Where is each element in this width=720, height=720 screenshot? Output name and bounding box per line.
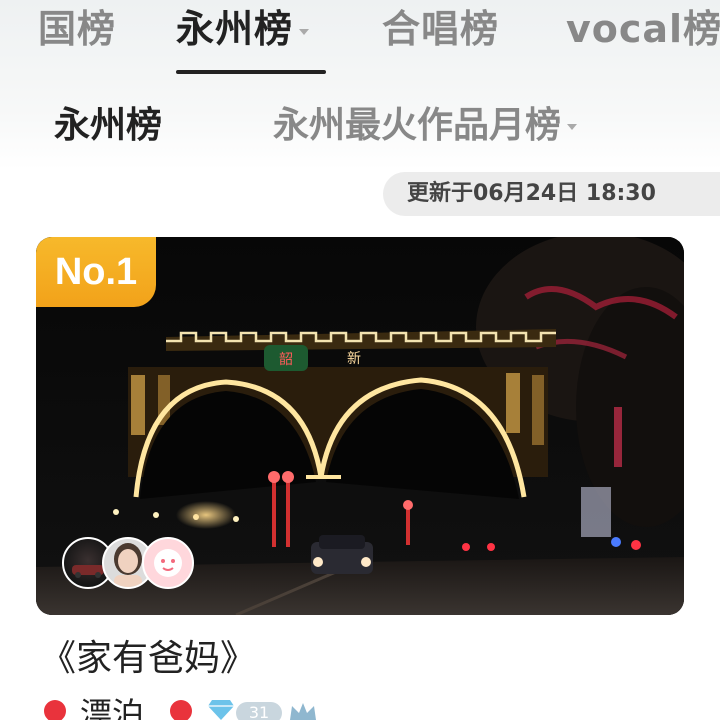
tab-yongzhou[interactable]: 永州榜 bbox=[176, 6, 310, 52]
location-pin-icon bbox=[165, 695, 197, 720]
cartoon-face-icon bbox=[154, 549, 182, 577]
svg-text:新: 新 bbox=[347, 351, 361, 367]
artist-name[interactable]: 漂泊 bbox=[80, 694, 144, 720]
update-time-pill: 更新于06月24日 18:30 bbox=[383, 172, 720, 216]
diamond-icon bbox=[208, 700, 234, 720]
active-tab-indicator bbox=[176, 70, 326, 74]
crown-icon bbox=[290, 703, 316, 720]
top-tab-bar: 国榜 永州榜 合唱榜 vocal榜 bbox=[0, 0, 720, 80]
chevron-down-icon bbox=[299, 28, 310, 35]
level-badge: 31 bbox=[236, 702, 282, 720]
location-pin-icon bbox=[39, 695, 71, 720]
subtab-yongzhou[interactable]: 永州榜 bbox=[54, 104, 162, 148]
rank-badge: No.1 bbox=[36, 237, 156, 307]
tab-chorus[interactable]: 合唱榜 bbox=[382, 6, 499, 52]
rank-card[interactable]: 韶 新 No.1 bbox=[36, 237, 684, 615]
tab-vocal[interactable]: vocal榜 bbox=[566, 6, 720, 52]
tab-yongzhou-label: 永州榜 bbox=[176, 7, 294, 51]
song-title[interactable]: 《家有爸妈》 bbox=[40, 636, 256, 682]
avatar[interactable] bbox=[142, 537, 194, 589]
svg-text:韶: 韶 bbox=[279, 352, 293, 368]
chevron-down-icon bbox=[567, 124, 578, 130]
subtab-monthly-hot[interactable]: 永州最火作品月榜 bbox=[273, 104, 578, 148]
tab-national[interactable]: 国榜 bbox=[38, 6, 116, 52]
subtab-monthly-hot-label: 永州最火作品月榜 bbox=[273, 105, 562, 146]
